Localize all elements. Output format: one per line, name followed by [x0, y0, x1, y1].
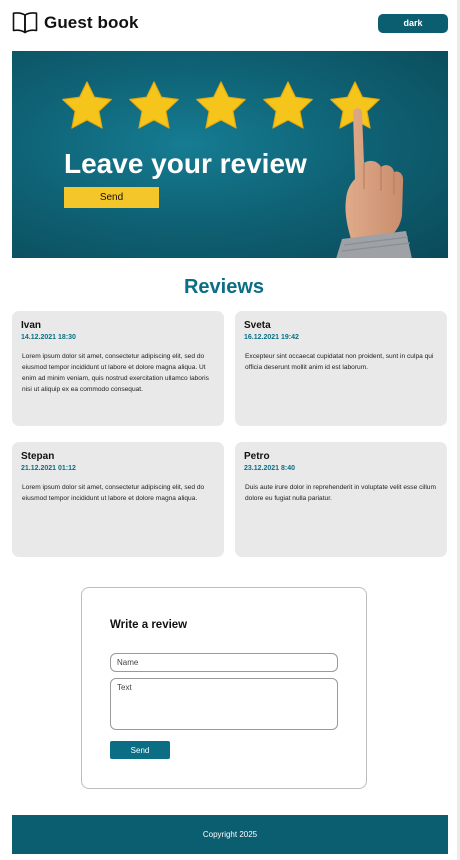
hero-banner: Leave your review Send	[12, 51, 448, 258]
review-text: Excepteur sint occaecat cupidatat non pr…	[245, 353, 434, 371]
pointing-hand-icon	[336, 108, 412, 258]
review-card: Stepan 21.12.2021 01:12 Lorem ipsum dolo…	[12, 442, 224, 557]
review-author: Petro	[244, 451, 270, 462]
review-author: Sveta	[244, 320, 271, 331]
hero-send-button[interactable]: Send	[64, 187, 159, 208]
name-input[interactable]	[110, 653, 338, 672]
review-text-input[interactable]	[110, 678, 338, 730]
star-icon	[129, 81, 179, 129]
review-card: Sveta 16.12.2021 19:42 Excepteur sint oc…	[235, 311, 447, 426]
brand: Guest book	[12, 11, 139, 35]
copyright-text: Copyright 2025	[202, 830, 258, 839]
review-date: 23.12.2021 8:40	[244, 465, 295, 472]
theme-toggle-button[interactable]: dark	[378, 13, 448, 33]
review-form: Write a review Send	[81, 587, 367, 789]
site-title: Guest book	[44, 13, 139, 32]
review-date: 21.12.2021 01:12	[21, 465, 76, 472]
site-footer: Copyright 2025	[12, 815, 448, 854]
open-book-icon	[12, 12, 38, 34]
reviews-heading: Reviews	[183, 276, 265, 298]
review-text: Duis aute irure dolor in reprehenderit i…	[245, 484, 436, 502]
review-date: 16.12.2021 19:42	[244, 334, 299, 341]
site-header: Guest book dark	[12, 8, 448, 38]
review-author: Stepan	[21, 451, 55, 462]
review-card: Petro 23.12.2021 8:40 Duis aute irure do…	[235, 442, 447, 557]
star-icon	[62, 81, 112, 129]
review-text: Lorem ipsum dolor sit amet, consectetur …	[22, 484, 205, 502]
review-author: Ivan	[21, 320, 42, 331]
hero-title: Leave your review	[64, 148, 307, 179]
review-date: 14.12.2021 18:30	[21, 334, 76, 341]
guest-book-page: Guest book dark Leave your review Send R…	[0, 0, 460, 860]
form-title: Write a review	[110, 619, 188, 631]
star-icon	[196, 81, 246, 129]
review-card: Ivan 14.12.2021 18:30 Lorem ipsum dolor …	[12, 311, 224, 426]
review-text: Lorem ipsum dolor sit amet, consectetur …	[22, 353, 209, 393]
submit-review-button[interactable]: Send	[110, 741, 170, 759]
star-icon	[263, 81, 313, 129]
